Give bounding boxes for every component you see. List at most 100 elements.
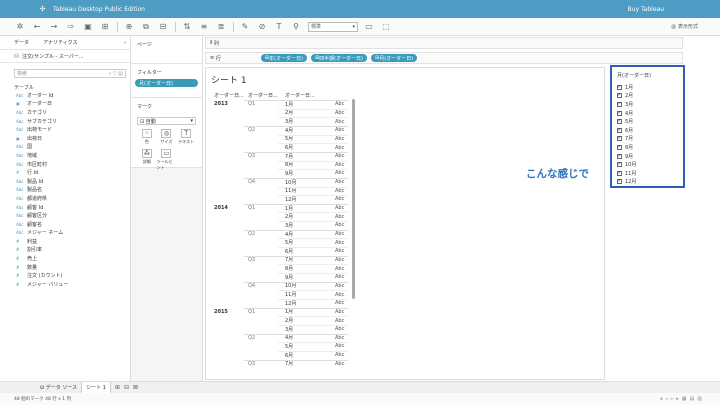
table-row[interactable]: 11月 Abc: [206, 187, 351, 196]
table-row[interactable]: 6月 Abc: [206, 351, 351, 360]
table-row[interactable]: 12月 Abc: [206, 299, 351, 308]
table-row[interactable]: Q3 7月 Abc: [206, 152, 351, 161]
buy-tableau-link[interactable]: Buy Tableau: [628, 6, 664, 13]
dimension-field[interactable]: # 行 Id: [0, 168, 130, 177]
clear-icon[interactable]: ⊟: [157, 21, 169, 33]
tableau-menu-icon[interactable]: ✲: [14, 21, 26, 33]
new-datasource-icon[interactable]: ⊞: [99, 21, 111, 33]
filter-item[interactable]: ✓ 1月: [612, 83, 683, 92]
dimension-field[interactable]: Abc 市区町村: [0, 160, 130, 169]
data-source-item[interactable]: ⛁ 注文(サンプル - スーパー...: [0, 50, 130, 63]
table-row[interactable]: 2月 Abc: [206, 316, 351, 325]
save-icon[interactable]: ▣: [82, 21, 94, 33]
table-row[interactable]: 3月 Abc: [206, 117, 351, 126]
dimension-field[interactable]: Abc 出荷モード: [0, 125, 130, 134]
last-sheet-icon[interactable]: ▸: [676, 396, 679, 402]
table-row[interactable]: Q2 4月 Abc: [206, 126, 351, 135]
filter-pill-month[interactable]: 月(オーダー日): [135, 79, 198, 87]
filter-item[interactable]: ✓ 6月: [612, 126, 683, 135]
checkbox-checked-icon[interactable]: ✓: [617, 93, 622, 99]
color-button[interactable]: ⁘ 色: [137, 129, 157, 145]
header-year[interactable]: オーダー日...: [214, 92, 244, 100]
next-sheet-icon[interactable]: ▹: [671, 396, 674, 402]
field-search-input[interactable]: 検索 ⌕ ▽ ▤: [14, 69, 126, 78]
header-month[interactable]: オーダー日...: [285, 92, 315, 100]
filmstrip-icon[interactable]: ▥: [697, 396, 702, 402]
table-row[interactable]: 6月 Abc: [206, 247, 351, 256]
table-row[interactable]: 8月 Abc: [206, 161, 351, 170]
duplicate-icon[interactable]: ⧉: [140, 21, 152, 33]
checkbox-checked-icon[interactable]: ✓: [617, 179, 622, 185]
dimension-field[interactable]: Abc 製品名: [0, 186, 130, 195]
text-button[interactable]: T テキスト: [176, 129, 196, 145]
checkbox-checked-icon[interactable]: ✓: [617, 101, 622, 107]
dimension-field[interactable]: Abc 顧客 Id: [0, 203, 130, 212]
show-me-button[interactable]: ▥ 表示形式: [671, 23, 698, 31]
mark-type-select[interactable]: ⊡ 自動 ▾: [137, 117, 196, 125]
dimension-field[interactable]: Abc 製品 Id: [0, 177, 130, 186]
new-dashboard-icon[interactable]: ⊟: [124, 384, 129, 391]
filter-item[interactable]: ✓ 11月: [612, 169, 683, 178]
columns-shelf[interactable]: ⦀ 列: [205, 37, 683, 49]
prev-sheet-icon[interactable]: ◃: [665, 396, 668, 402]
table-row[interactable]: 2月 Abc: [206, 212, 351, 221]
dimension-field[interactable]: Abc 国: [0, 143, 130, 152]
list-view-icon[interactable]: ▤: [690, 396, 695, 402]
row-pill-quarter[interactable]: ⊞ 四半期(オーダー日): [310, 54, 368, 62]
checkbox-checked-icon[interactable]: ✓: [617, 136, 622, 142]
new-story-icon[interactable]: ⊠: [133, 384, 138, 391]
show-labels-icon[interactable]: ▭: [363, 21, 375, 33]
table-row[interactable]: Q4 10月 Abc: [206, 282, 351, 291]
table-row[interactable]: Q3 7月 Abc: [206, 360, 351, 369]
fit-select[interactable]: 標準 ▾: [308, 21, 358, 32]
table-row[interactable]: 8月 Abc: [206, 264, 351, 273]
table-row[interactable]: 2013 Q1 1月 Abc: [206, 100, 351, 109]
new-sheet-icon[interactable]: ⊕: [123, 21, 135, 33]
sort-asc-icon[interactable]: ≡: [198, 21, 210, 33]
new-worksheet-icon[interactable]: ⊞: [115, 384, 120, 391]
dimension-field[interactable]: Abc カテゴリ: [0, 108, 130, 117]
dimension-field[interactable]: Abc 地域: [0, 151, 130, 160]
checkbox-checked-icon[interactable]: ✓: [617, 84, 622, 90]
detail-button[interactable]: ⁂ 詳細: [137, 149, 157, 171]
header-quarter[interactable]: オーダー日...: [248, 92, 278, 100]
checkbox-checked-icon[interactable]: ✓: [617, 110, 622, 116]
dimension-field[interactable]: Abc 都道府県: [0, 194, 130, 203]
tab-analytics[interactable]: アナリティクス: [43, 39, 77, 46]
dimension-field[interactable]: Abc オーダー Id: [0, 91, 130, 100]
filter-item[interactable]: ✓ 12月: [612, 178, 683, 187]
measure-field[interactable]: # 売上: [0, 254, 130, 263]
table-row[interactable]: 2月 Abc: [206, 109, 351, 118]
filter-item[interactable]: ✓ 9月: [612, 152, 683, 161]
checkbox-checked-icon[interactable]: ✓: [617, 144, 622, 150]
dimension-field[interactable]: Abc サブカテゴリ: [0, 117, 130, 126]
data-source-tab[interactable]: ⛁ データ ソース: [0, 382, 81, 394]
rows-shelf[interactable]: ≡ 行 ⊞ 年(オーダー日) ⊞ 四半期(オーダー日) ⊞ 月(オーダー日): [205, 52, 683, 64]
view-scrollbar[interactable]: [352, 99, 355, 299]
dimension-field[interactable]: Abc 顧客名: [0, 220, 130, 229]
search-icon[interactable]: ⌕ ▽ ▤: [108, 71, 123, 77]
table-row[interactable]: 2014 Q1 1月 Abc: [206, 204, 351, 213]
filter-item[interactable]: ✓ 3月: [612, 100, 683, 109]
table-row[interactable]: Q3 7月 Abc: [206, 256, 351, 265]
measure-field[interactable]: # 割引率: [0, 246, 130, 255]
swap-icon[interactable]: ⇅: [181, 21, 193, 33]
tab-data[interactable]: データ: [14, 39, 29, 46]
pages-shelf[interactable]: ページ: [131, 36, 202, 64]
table-row[interactable]: 5月 Abc: [206, 238, 351, 247]
table-row[interactable]: 3月 Abc: [206, 325, 351, 334]
forward-icon[interactable]: →: [48, 21, 60, 33]
checkbox-checked-icon[interactable]: ✓: [617, 162, 622, 168]
redo-icon[interactable]: ⇨: [65, 21, 77, 33]
filters-shelf[interactable]: フィルター 月(オーダー日): [131, 64, 202, 98]
first-sheet-icon[interactable]: ◂: [660, 396, 663, 402]
highlight-icon[interactable]: ✎: [239, 21, 251, 33]
checkbox-checked-icon[interactable]: ✓: [617, 127, 622, 133]
sort-desc-icon[interactable]: ≣: [215, 21, 227, 33]
checkbox-checked-icon[interactable]: ✓: [617, 119, 622, 125]
table-row[interactable]: 12月 Abc: [206, 195, 351, 204]
filter-item[interactable]: ✓ 10月: [612, 160, 683, 169]
row-pill-year[interactable]: ⊞ 年(オーダー日): [260, 54, 307, 62]
measure-field[interactable]: # 注文 (カウント): [0, 271, 130, 280]
measure-field[interactable]: # 数量: [0, 263, 130, 272]
